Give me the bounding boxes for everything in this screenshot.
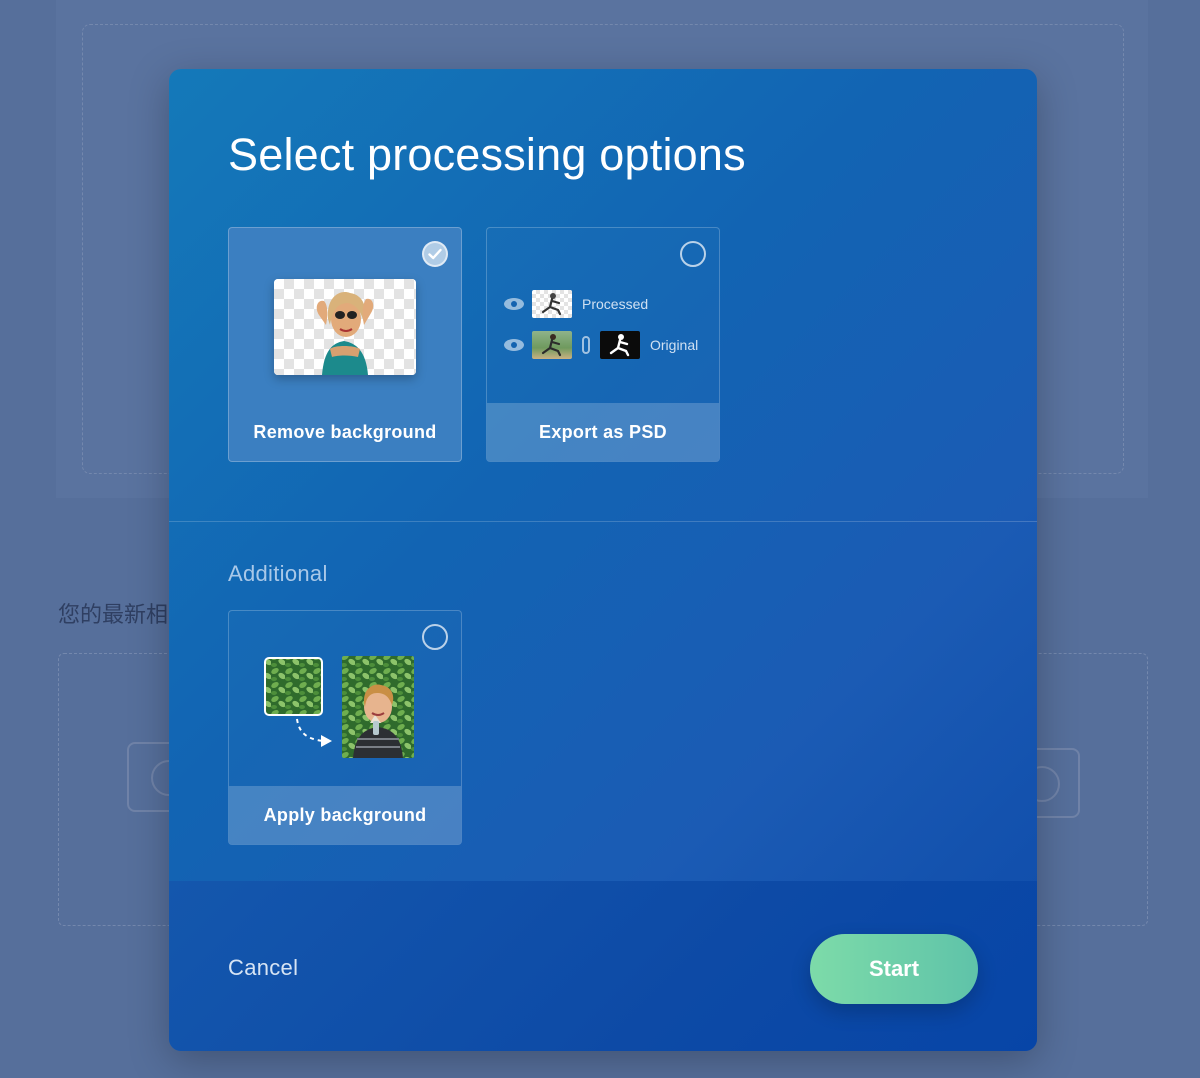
selected-check-icon[interactable] (422, 241, 448, 267)
original-layer-thumbnail (532, 331, 572, 359)
section-divider (169, 521, 1037, 522)
psd-layer-processed: Processed (504, 290, 648, 318)
apply-background-illustration (264, 656, 414, 758)
radio-button-export-psd[interactable] (680, 241, 706, 267)
processing-options-modal: Select processing options Remove backgro… (169, 69, 1037, 1051)
option-card-export-psd[interactable]: Processed Original Export as PSD (486, 227, 720, 462)
cancel-button[interactable]: Cancel (228, 955, 298, 981)
link-icon (582, 336, 590, 354)
start-button[interactable]: Start (810, 934, 978, 1004)
remove-background-preview-image (274, 279, 416, 375)
psd-layer-original: Original (504, 331, 698, 359)
mask-layer-thumbnail (600, 331, 640, 359)
option-card-remove-background[interactable]: Remove background (228, 227, 462, 462)
option-label-export-psd: Export as PSD (487, 403, 719, 461)
checkmark-icon (428, 248, 442, 260)
layer-label-original: Original (650, 337, 699, 353)
modal-title: Select processing options (228, 129, 746, 180)
option-card-apply-background[interactable]: Apply background (228, 610, 462, 845)
layer-label-processed: Processed (582, 296, 649, 312)
option-label-remove-background: Remove background (253, 421, 437, 442)
option-label-apply-background: Apply background (229, 786, 461, 844)
additional-section-heading: Additional (228, 561, 328, 586)
eye-icon (504, 298, 524, 310)
modal-footer: Cancel Start (169, 881, 1037, 1051)
processed-layer-thumbnail (532, 290, 572, 318)
background-section-title: 您的最新相 (58, 602, 169, 627)
eye-icon (504, 339, 524, 351)
